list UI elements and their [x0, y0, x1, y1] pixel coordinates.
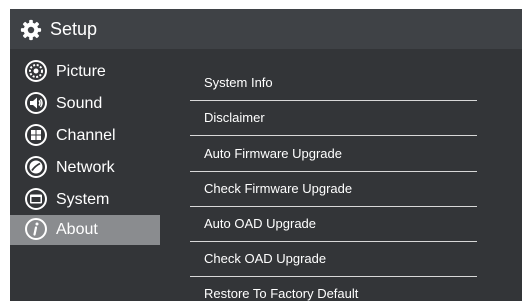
sidebar-item-network[interactable]: Network: [10, 153, 160, 183]
sidebar-item-channel[interactable]: Channel: [10, 121, 160, 151]
menu-item-label: Auto Firmware Upgrade: [204, 146, 342, 161]
menu-item-auto-oad-upgrade[interactable]: Auto OAD Upgrade: [190, 206, 477, 242]
speaker-icon: [25, 92, 47, 114]
sidebar: Picture Sound Channel Network System Abo…: [10, 49, 170, 301]
sidebar-item-label: Sound: [56, 95, 103, 112]
menu-item-restore-factory-default[interactable]: Restore To Factory Default: [190, 276, 477, 301]
sidebar-item-label: About: [56, 221, 98, 238]
sidebar-item-label: Channel: [56, 127, 116, 144]
menu-item-label: Restore To Factory Default: [204, 286, 359, 301]
menu-item-label: Check OAD Upgrade: [204, 251, 327, 266]
menu-item-system-info[interactable]: System Info: [190, 65, 477, 101]
setup-screen: Setup Picture Sound Channel Network Syst…: [10, 9, 522, 301]
sidebar-item-picture[interactable]: Picture: [10, 57, 160, 87]
network-globe-icon: [25, 156, 47, 178]
channel-grid-icon: [25, 124, 47, 146]
sidebar-item-label: System: [56, 191, 110, 208]
sidebar-item-system[interactable]: System: [10, 185, 160, 215]
picture-settings-icon: [25, 60, 47, 82]
menu-item-label: Auto OAD Upgrade: [204, 216, 317, 231]
menu-item-check-oad-upgrade[interactable]: Check OAD Upgrade: [190, 241, 477, 277]
sidebar-item-sound[interactable]: Sound: [10, 89, 160, 119]
header-bar: Setup: [10, 9, 522, 49]
menu-item-label: Disclaimer: [204, 110, 265, 125]
sidebar-item-about[interactable]: About: [10, 215, 160, 245]
info-icon: [25, 218, 47, 240]
gear-icon: [20, 19, 42, 41]
page-title: Setup: [50, 19, 98, 39]
menu-item-label: Check Firmware Upgrade: [204, 181, 353, 196]
menu-item-check-firmware-upgrade[interactable]: Check Firmware Upgrade: [190, 171, 477, 207]
system-screen-icon: [25, 188, 47, 210]
menu-item-disclaimer[interactable]: Disclaimer: [190, 100, 477, 136]
sidebar-item-label: Picture: [56, 63, 106, 80]
menu-item-label: System Info: [204, 75, 273, 90]
about-menu: System Info Disclaimer Auto Firmware Upg…: [190, 49, 490, 301]
menu-item-auto-firmware-upgrade[interactable]: Auto Firmware Upgrade: [190, 136, 477, 172]
sidebar-item-label: Network: [56, 159, 115, 176]
